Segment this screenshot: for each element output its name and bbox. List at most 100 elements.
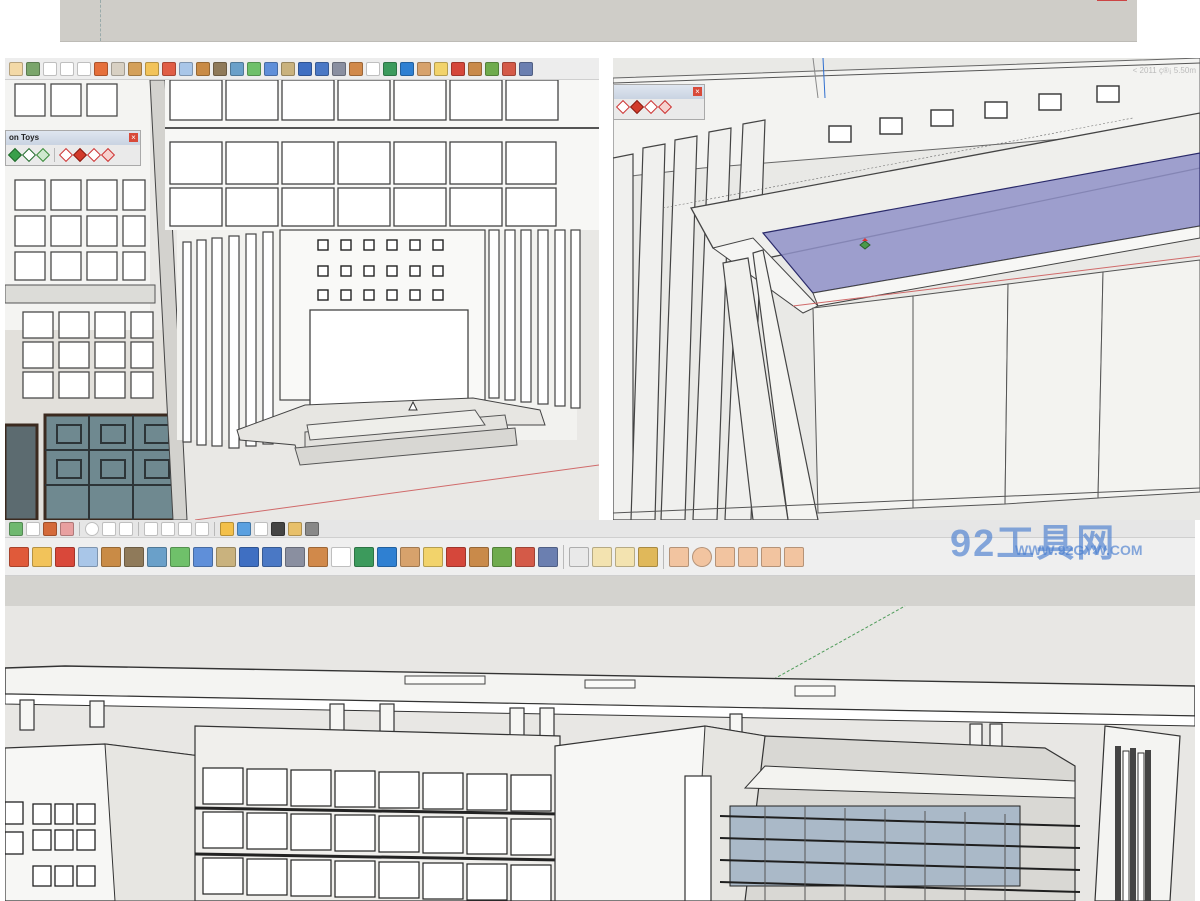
- cube-red-icon[interactable]: [643, 99, 659, 115]
- section-icon[interactable]: [271, 521, 285, 536]
- cube-icon[interactable]: [21, 147, 37, 163]
- scale-icon[interactable]: [515, 546, 535, 567]
- viewport-right[interactable]: [613, 58, 1200, 520]
- viewport-bottom[interactable]: [5, 576, 1195, 901]
- chair-icon[interactable]: [738, 546, 758, 567]
- grid-icon[interactable]: [78, 546, 98, 567]
- arc-icon[interactable]: [43, 61, 57, 76]
- tool-palette-right[interactable]: ×: [613, 84, 705, 120]
- material-icon[interactable]: [308, 546, 328, 567]
- brush-icon[interactable]: [281, 61, 295, 76]
- diamond-red-icon[interactable]: [629, 99, 645, 115]
- mesh-icon[interactable]: [147, 546, 167, 567]
- house-icon[interactable]: [285, 546, 305, 567]
- twist-icon[interactable]: [213, 61, 227, 76]
- close-icon[interactable]: ×: [693, 87, 702, 96]
- material-icon[interactable]: [220, 521, 234, 536]
- twist-icon[interactable]: [124, 546, 144, 567]
- chandelier-icon[interactable]: [761, 546, 781, 567]
- freehand-icon[interactable]: [60, 61, 74, 76]
- material-icon[interactable]: [349, 61, 363, 76]
- link-red-icon[interactable]: [100, 147, 116, 163]
- wand-icon[interactable]: [638, 546, 658, 567]
- left-view-icon[interactable]: [178, 521, 192, 536]
- mesh-icon[interactable]: [230, 61, 244, 76]
- tape-icon[interactable]: [145, 61, 159, 76]
- save-icon[interactable]: [315, 61, 329, 76]
- diamond-red-icon[interactable]: [72, 147, 88, 163]
- tape-icon[interactable]: [32, 546, 52, 567]
- curve-icon[interactable]: [592, 546, 612, 567]
- window-icon[interactable]: [239, 546, 259, 567]
- component-icon[interactable]: [331, 546, 351, 567]
- mesh-tool-icon[interactable]: [519, 61, 533, 76]
- shape-icon[interactable]: [469, 546, 489, 567]
- cube-red-icon[interactable]: [86, 147, 102, 163]
- palette-title-bar: [614, 85, 704, 99]
- house-icon[interactable]: [332, 61, 346, 76]
- gift-icon[interactable]: [446, 546, 466, 567]
- tree-icon[interactable]: [492, 546, 512, 567]
- shape-icon[interactable]: [468, 61, 482, 76]
- rotate-icon[interactable]: [377, 546, 397, 567]
- tree-icon[interactable]: [485, 61, 499, 76]
- link-red-icon[interactable]: [657, 99, 673, 115]
- follow-me-icon[interactable]: [55, 546, 75, 567]
- push-pull-icon[interactable]: [128, 61, 142, 76]
- follow-me-icon[interactable]: [162, 61, 176, 76]
- circle-icon[interactable]: [9, 61, 23, 76]
- save-icon[interactable]: [262, 546, 282, 567]
- pencil-icon[interactable]: [94, 61, 108, 76]
- diamond-outline-icon[interactable]: [615, 99, 631, 115]
- lasso-icon[interactable]: [423, 546, 443, 567]
- diamond-green-icon[interactable]: [7, 147, 23, 163]
- color-icon[interactable]: [193, 546, 213, 567]
- lasso-icon[interactable]: [434, 61, 448, 76]
- back-view-icon[interactable]: [161, 521, 175, 536]
- hand-icon[interactable]: [400, 546, 420, 567]
- component-icon[interactable]: [26, 521, 40, 536]
- table-icon[interactable]: [669, 546, 689, 567]
- component-icon[interactable]: [366, 61, 380, 76]
- camera-icon[interactable]: [305, 521, 319, 536]
- lamp-icon[interactable]: [715, 546, 735, 567]
- scale-icon[interactable]: [502, 61, 516, 76]
- hand-icon[interactable]: [417, 61, 431, 76]
- pencil-icon[interactable]: [9, 546, 29, 567]
- tool-palette-left[interactable]: on Toys ×: [5, 130, 141, 166]
- brush-icon[interactable]: [216, 546, 236, 567]
- paint-icon[interactable]: [264, 61, 278, 76]
- move-icon[interactable]: [383, 61, 397, 76]
- dice-icon[interactable]: [247, 61, 261, 76]
- rotate-icon[interactable]: [400, 61, 414, 76]
- grid-icon[interactable]: [179, 61, 193, 76]
- paint-icon[interactable]: [43, 521, 57, 536]
- dice-icon[interactable]: [170, 546, 190, 567]
- window-icon[interactable]: [298, 61, 312, 76]
- fog-icon[interactable]: [288, 521, 302, 536]
- gift-icon[interactable]: [451, 61, 465, 76]
- eraser-icon[interactable]: [60, 521, 74, 536]
- shadow-icon[interactable]: [254, 521, 268, 536]
- target-icon[interactable]: [692, 546, 712, 567]
- stairs-icon[interactable]: [101, 546, 121, 567]
- select-icon[interactable]: [9, 521, 23, 536]
- right-view-icon[interactable]: [195, 521, 209, 536]
- close-icon[interactable]: ×: [129, 133, 138, 142]
- orbit-icon[interactable]: [85, 521, 99, 536]
- move-icon[interactable]: [354, 546, 374, 567]
- link-icon[interactable]: [35, 147, 51, 163]
- stairs-icon[interactable]: [196, 61, 210, 76]
- zoom-icon[interactable]: [119, 521, 133, 536]
- offset-icon[interactable]: [111, 61, 125, 76]
- surface-icon[interactable]: [569, 546, 589, 567]
- style-icon[interactable]: [237, 521, 251, 536]
- front-view-icon[interactable]: [144, 521, 158, 536]
- diamond-outline-icon[interactable]: [58, 147, 74, 163]
- sofa-icon[interactable]: [784, 546, 804, 567]
- mesh-tool-icon[interactable]: [538, 546, 558, 567]
- eraser-icon[interactable]: [26, 61, 40, 76]
- line-icon[interactable]: [77, 61, 91, 76]
- curve-alt-icon[interactable]: [615, 546, 635, 567]
- pan-icon[interactable]: [102, 521, 116, 536]
